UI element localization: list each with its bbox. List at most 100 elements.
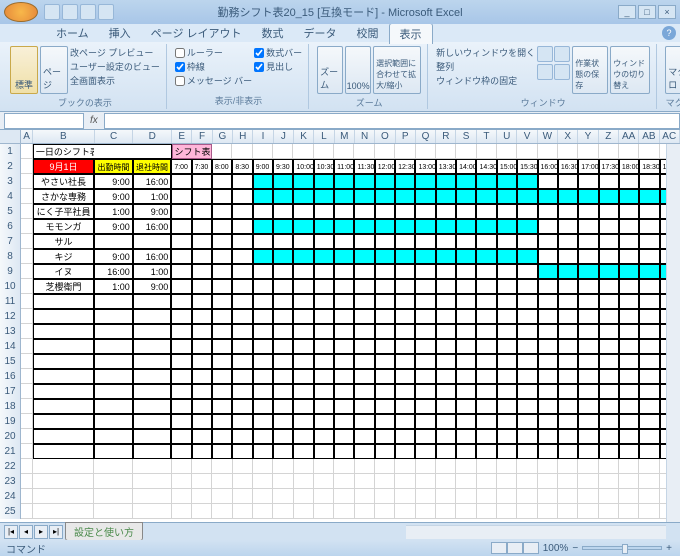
- menu-tab-2[interactable]: ページ レイアウト: [141, 23, 252, 43]
- cell-20-1[interactable]: [33, 429, 94, 444]
- cell-3-4[interactable]: [171, 174, 191, 189]
- cell-24-18[interactable]: [456, 489, 476, 504]
- cell-23-20[interactable]: [497, 474, 517, 489]
- cell-21-17[interactable]: [436, 444, 456, 459]
- row-header-18[interactable]: 18: [0, 399, 21, 414]
- cell-24-15[interactable]: [395, 489, 415, 504]
- cell-25-18[interactable]: [456, 504, 476, 519]
- cell-12-10[interactable]: [293, 309, 313, 324]
- cell-7-0[interactable]: [21, 234, 33, 249]
- cell-17-19[interactable]: [476, 384, 496, 399]
- cell-7-6[interactable]: [212, 234, 232, 249]
- cell-12-16[interactable]: [415, 309, 435, 324]
- cell-13-23[interactable]: [558, 324, 578, 339]
- cell-10-20[interactable]: [497, 279, 517, 294]
- cell-17-12[interactable]: [334, 384, 354, 399]
- cell-6-26[interactable]: [619, 219, 639, 234]
- cell-2-13[interactable]: 11:30: [354, 159, 374, 174]
- cell-8-16[interactable]: [415, 249, 435, 264]
- cell-15-26[interactable]: [619, 354, 639, 369]
- cell-18-13[interactable]: [354, 399, 374, 414]
- cell-1-4[interactable]: シフト表へ: [172, 144, 213, 159]
- cell-20-5[interactable]: [192, 429, 212, 444]
- cell-1-26[interactable]: [619, 144, 639, 159]
- row-header-23[interactable]: 23: [0, 474, 21, 489]
- cell-6-12[interactable]: [334, 219, 354, 234]
- cell-17-0[interactable]: [21, 384, 33, 399]
- cell-16-26[interactable]: [619, 369, 639, 384]
- cell-17-6[interactable]: [212, 384, 232, 399]
- cell-14-12[interactable]: [334, 339, 354, 354]
- menu-tab-1[interactable]: 挿入: [99, 23, 141, 43]
- cell-11-10[interactable]: [293, 294, 313, 309]
- cell-10-14[interactable]: [375, 279, 395, 294]
- cell-10-18[interactable]: [456, 279, 476, 294]
- cell-16-23[interactable]: [558, 369, 578, 384]
- cell-16-25[interactable]: [599, 369, 619, 384]
- cell-8-17[interactable]: [436, 249, 456, 264]
- cell-24-10[interactable]: [294, 489, 314, 504]
- cell-17-7[interactable]: [232, 384, 252, 399]
- cell-4-11[interactable]: [314, 189, 334, 204]
- cell-4-2[interactable]: 9:00: [94, 189, 133, 204]
- cell-13-6[interactable]: [212, 324, 232, 339]
- col-header-R[interactable]: R: [436, 130, 456, 143]
- cell-3-19[interactable]: [476, 174, 496, 189]
- cell-12-17[interactable]: [436, 309, 456, 324]
- cell-17-20[interactable]: [497, 384, 517, 399]
- cell-15-10[interactable]: [293, 354, 313, 369]
- cell-14-13[interactable]: [354, 339, 374, 354]
- cell-16-8[interactable]: [253, 369, 273, 384]
- freeze-panes[interactable]: ウィンドウ枠の固定: [436, 74, 535, 87]
- cell-22-16[interactable]: [416, 459, 436, 474]
- cell-1-21[interactable]: [517, 144, 537, 159]
- cell-9-26[interactable]: [619, 264, 639, 279]
- cell-12-27[interactable]: [639, 309, 659, 324]
- cell-12-9[interactable]: [273, 309, 293, 324]
- cell-10-7[interactable]: [232, 279, 252, 294]
- cell-23-7[interactable]: [233, 474, 253, 489]
- cell-11-3[interactable]: [133, 294, 172, 309]
- cell-11-11[interactable]: [314, 294, 334, 309]
- cell-7-19[interactable]: [476, 234, 496, 249]
- cell-5-26[interactable]: [619, 204, 639, 219]
- cell-15-17[interactable]: [436, 354, 456, 369]
- cell-18-15[interactable]: [395, 399, 415, 414]
- cell-20-24[interactable]: [578, 429, 598, 444]
- cell-20-14[interactable]: [375, 429, 395, 444]
- cell-9-4[interactable]: [171, 264, 191, 279]
- cell-25-13[interactable]: [355, 504, 375, 519]
- cell-20-19[interactable]: [476, 429, 496, 444]
- cell-12-21[interactable]: [517, 309, 537, 324]
- cell-21-13[interactable]: [354, 444, 374, 459]
- cell-21-26[interactable]: [619, 444, 639, 459]
- cell-9-9[interactable]: [273, 264, 293, 279]
- headings-check[interactable]: 見出し: [254, 60, 302, 73]
- cell-5-20[interactable]: [497, 204, 517, 219]
- cell-3-3[interactable]: 16:00: [133, 174, 172, 189]
- cell-24-21[interactable]: [517, 489, 537, 504]
- zoom-in[interactable]: +: [666, 543, 672, 554]
- cell-18-11[interactable]: [314, 399, 334, 414]
- arrange[interactable]: 整列: [436, 60, 535, 73]
- cell-17-18[interactable]: [456, 384, 476, 399]
- cell-21-15[interactable]: [395, 444, 415, 459]
- cell-9-19[interactable]: [476, 264, 496, 279]
- cell-20-12[interactable]: [334, 429, 354, 444]
- cell-21-1[interactable]: [33, 444, 94, 459]
- cell-2-11[interactable]: 10:30: [314, 159, 334, 174]
- cell-3-26[interactable]: [619, 174, 639, 189]
- cell-8-5[interactable]: [192, 249, 212, 264]
- cell-21-12[interactable]: [334, 444, 354, 459]
- cell-13-0[interactable]: [21, 324, 33, 339]
- cell-25-27[interactable]: [639, 504, 659, 519]
- cell-6-18[interactable]: [456, 219, 476, 234]
- cell-19-23[interactable]: [558, 414, 578, 429]
- cell-12-26[interactable]: [619, 309, 639, 324]
- cell-10-12[interactable]: [334, 279, 354, 294]
- cell-3-10[interactable]: [293, 174, 313, 189]
- cell-1-23[interactable]: [558, 144, 578, 159]
- cell-4-3[interactable]: 1:00: [133, 189, 172, 204]
- cell-24-12[interactable]: [334, 489, 354, 504]
- cell-10-22[interactable]: [538, 279, 558, 294]
